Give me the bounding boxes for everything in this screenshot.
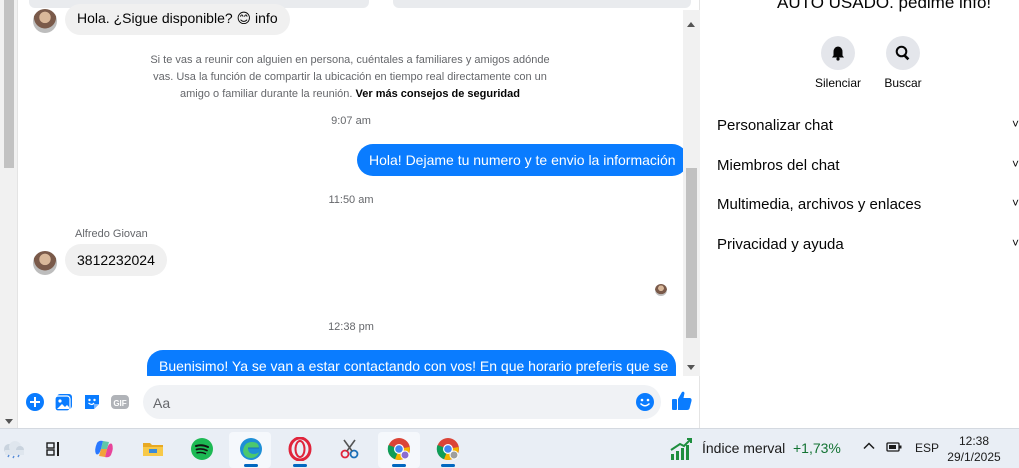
weather-widget-icon[interactable] <box>0 435 28 463</box>
stock-widget-label[interactable]: Índice merval <box>702 440 785 456</box>
emoji-icon[interactable] <box>635 392 655 417</box>
chrome-profile-active-indicator <box>441 464 455 467</box>
avatar[interactable] <box>33 9 57 33</box>
menu-item-customize-chat[interactable]: Personalizar chat ˅ <box>717 117 1019 134</box>
menu-item-label: Multimedia, archivos y enlaces <box>717 196 922 213</box>
chat-scrollbar-thumb[interactable] <box>686 168 697 338</box>
avatar[interactable] <box>33 251 57 275</box>
sender-name: Alfredo Giovan <box>75 228 148 240</box>
message-composer: GIF Aa <box>19 380 700 424</box>
snipping-tool-icon[interactable] <box>336 435 364 463</box>
language-indicator[interactable]: ESP <box>915 441 939 455</box>
edge-browser-icon[interactable] <box>237 435 265 463</box>
message-input-placeholder: Aa <box>153 395 171 411</box>
search-label: Buscar <box>884 76 922 90</box>
menu-item-media-files-links[interactable]: Multimedia, archivos y enlaces ˅ <box>717 196 1019 213</box>
mute-button[interactable]: Silenciar <box>808 36 868 90</box>
safety-tips-link[interactable]: Ver más consejos de seguridad <box>356 88 520 100</box>
like-icon[interactable] <box>671 390 692 410</box>
timestamp: 9:07 am <box>331 115 371 127</box>
opera-active-indicator <box>293 464 307 467</box>
chat-info-panel: AUTO USADO. pedime info! Silenciar Busca… <box>701 0 1019 428</box>
chevron-down-icon: ˅ <box>1011 236 1019 250</box>
page-scrollbar-thumb[interactable] <box>4 0 14 168</box>
image-icon[interactable] <box>54 392 74 412</box>
menu-item-label: Miembros del chat <box>717 157 840 174</box>
chrome-profile-icon[interactable] <box>434 435 462 463</box>
chevron-down-icon: ˅ <box>1011 117 1019 131</box>
stock-widget-change: +1,73% <box>793 440 841 456</box>
message-list: Hola. ¿Sigue disponible? 😊 info Si te va… <box>19 0 683 376</box>
menu-item-chat-members[interactable]: Miembros del chat ˅ <box>717 157 1019 174</box>
svg-text:GIF: GIF <box>113 399 126 408</box>
copilot-icon[interactable] <box>90 435 118 463</box>
chat-scroll-down-arrow[interactable] <box>687 365 695 370</box>
mute-label: Silenciar <box>814 76 862 90</box>
page-scroll-down-arrow[interactable] <box>5 419 13 424</box>
chevron-up-icon[interactable] <box>862 439 876 456</box>
bell-icon <box>821 36 855 70</box>
chrome-browser-icon[interactable] <box>385 435 413 463</box>
seen-receipt-avatar <box>655 284 667 296</box>
outgoing-message[interactable]: Hola! Dejame tu numero y te envio la inf… <box>357 144 683 176</box>
opera-browser-icon[interactable] <box>286 435 314 463</box>
windows-taskbar: Índice merval +1,73% ESP 12:38 29/1/2025 <box>0 428 1019 468</box>
incoming-message[interactable]: Hola. ¿Sigue disponible? 😊 info <box>65 4 290 35</box>
timestamp: 12:38 pm <box>328 321 374 333</box>
task-view-icon[interactable] <box>40 435 68 463</box>
spotify-icon[interactable] <box>188 435 216 463</box>
chevron-down-icon: ˅ <box>1011 196 1019 210</box>
clock-date: 29/1/2025 <box>947 450 1001 464</box>
search-icon <box>886 36 920 70</box>
battery-icon[interactable] <box>886 440 904 457</box>
menu-item-label: Privacidad y ayuda <box>717 236 844 253</box>
plus-icon[interactable] <box>25 392 45 412</box>
page-scrollbar[interactable] <box>0 0 18 428</box>
stock-chart-icon[interactable] <box>667 435 695 463</box>
file-explorer-icon[interactable] <box>139 435 167 463</box>
message-input[interactable]: Aa <box>143 385 661 419</box>
chat-pane: Hola. ¿Sigue disponible? 😊 info Si te va… <box>19 0 700 428</box>
chrome-active-indicator <box>392 464 406 467</box>
clock[interactable]: 12:38 29/1/2025 <box>944 433 1004 465</box>
gif-icon[interactable]: GIF <box>110 392 130 412</box>
outgoing-message[interactable]: Buenisimo! Ya se van a estar contactando… <box>147 350 676 376</box>
clock-time: 12:38 <box>958 434 990 448</box>
chat-scrollbar[interactable] <box>683 10 700 376</box>
menu-item-privacy-help[interactable]: Privacidad y ayuda ˅ <box>717 236 1019 253</box>
incoming-message[interactable]: 3812232024 <box>65 244 167 276</box>
safety-notice: Si te vas a reunir con alguien en person… <box>149 52 551 103</box>
sticker-icon[interactable] <box>82 392 102 412</box>
chevron-down-icon: ˅ <box>1011 157 1019 171</box>
menu-item-label: Personalizar chat <box>717 117 833 134</box>
chat-title: AUTO USADO. pedime info! <box>777 0 992 12</box>
edge-active-indicator <box>244 464 258 467</box>
timestamp: 11:50 am <box>328 194 374 206</box>
search-button[interactable]: Buscar <box>873 36 933 90</box>
chat-scroll-up-arrow[interactable] <box>687 22 695 27</box>
